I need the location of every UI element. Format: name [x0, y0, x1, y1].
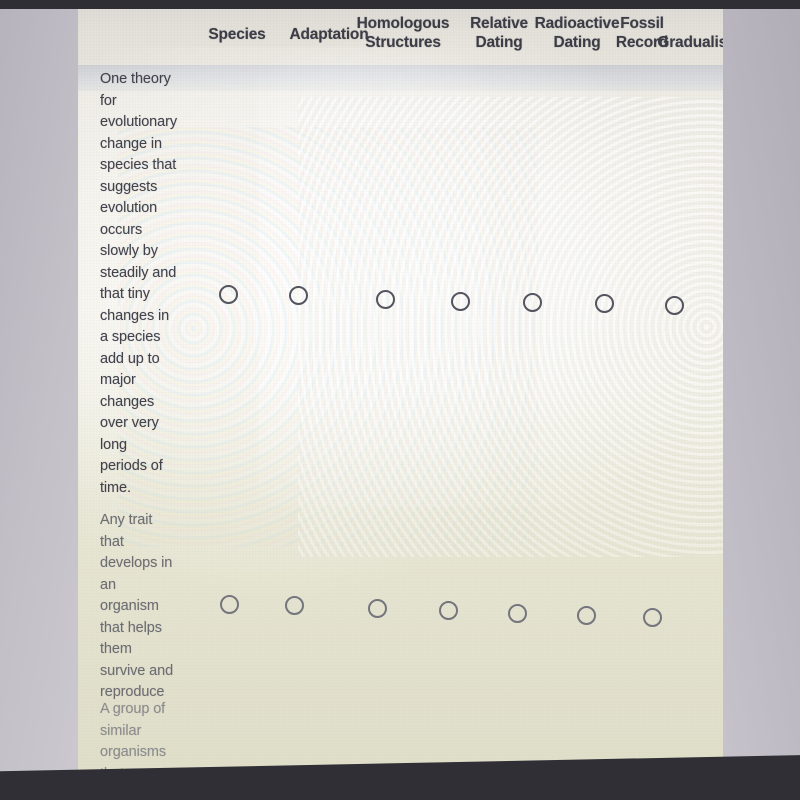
radio-row-1-relative-dating[interactable] [451, 292, 470, 311]
radio-row-1-adaptation[interactable] [289, 286, 308, 305]
radio-row-2-species[interactable] [220, 595, 239, 614]
column-header-gradualism: Gradualism [657, 34, 723, 51]
page-gutter-left [0, 6, 80, 796]
radio-row-1-fossil-record[interactable] [595, 294, 614, 313]
radio-row-1-homologous-structures[interactable] [376, 290, 395, 309]
device-bezel-top [0, 0, 800, 9]
column-header-species: Species [208, 26, 266, 43]
page-gutter-right [722, 6, 800, 796]
radio-row-2-adaptation[interactable] [285, 596, 304, 615]
radio-row-2-radioactive-dating[interactable] [508, 604, 527, 623]
column-header-row: Species Adaptation Homologous Structures… [78, 7, 723, 69]
radio-row-1-species[interactable] [219, 285, 238, 304]
screen-photo: Species Adaptation Homologous Structures… [0, 0, 800, 800]
radio-row-2-fossil-record[interactable] [577, 606, 596, 625]
radio-row-2-gradualism[interactable] [643, 608, 662, 627]
radio-group-row-2 [78, 587, 723, 627]
radio-row-2-homologous-structures[interactable] [368, 599, 387, 618]
radio-row-1-radioactive-dating[interactable] [523, 293, 542, 312]
radio-group-row-1 [78, 279, 723, 315]
quiz-page: Species Adaptation Homologous Structures… [78, 7, 723, 795]
quiz-content: Species Adaptation Homologous Structures… [78, 7, 723, 795]
radio-row-1-gradualism[interactable] [665, 296, 684, 315]
radio-row-2-relative-dating[interactable] [439, 601, 458, 620]
